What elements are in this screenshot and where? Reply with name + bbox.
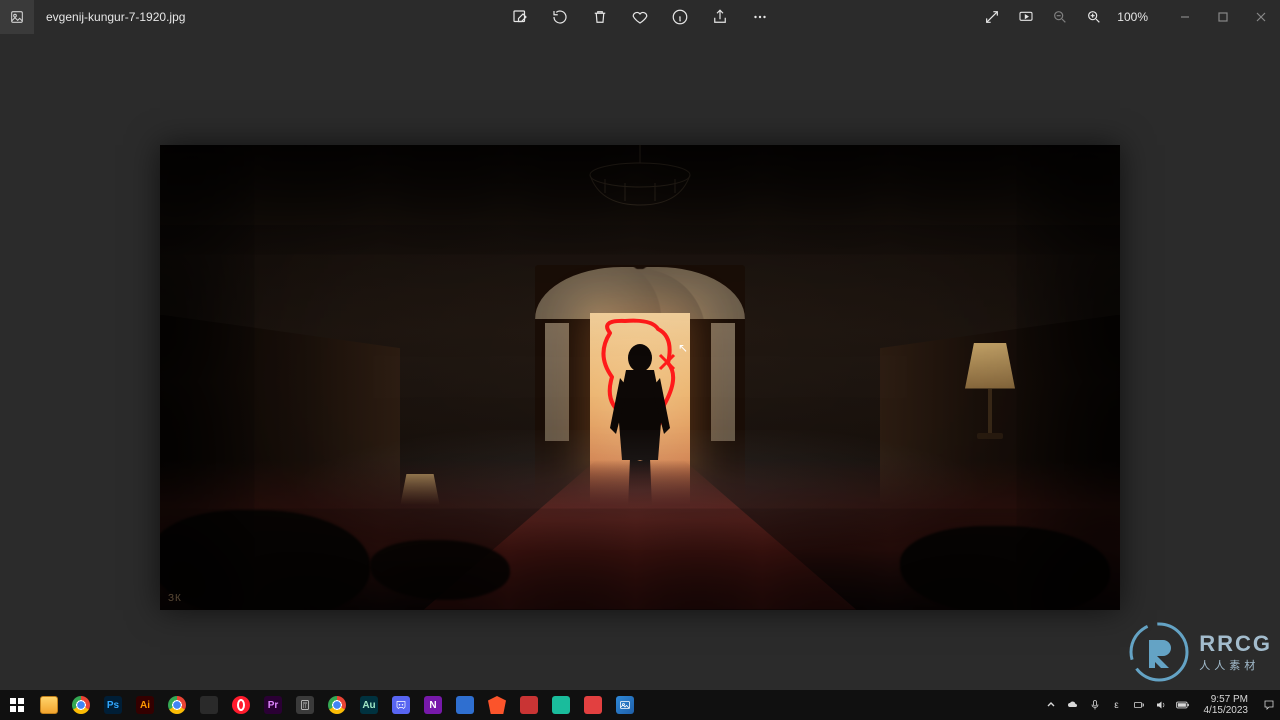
taskbar-item-chrome-2[interactable] (164, 693, 190, 717)
taskbar-item-app-red-1[interactable] (516, 693, 542, 717)
time-label: 9:57 PM (1204, 694, 1249, 705)
zoom-in-icon[interactable] (1083, 6, 1105, 28)
taskbar-item-brave[interactable] (484, 693, 510, 717)
zoom-out-icon[interactable] (1049, 6, 1071, 28)
share-icon[interactable] (709, 6, 731, 28)
fullscreen-icon[interactable] (981, 6, 1003, 28)
displayed-image: ЗК ↖ (160, 145, 1120, 610)
system-tray: ε 9:57 PM 4/15/2023 (1044, 694, 1277, 716)
clock[interactable]: 9:57 PM 4/15/2023 (1204, 694, 1249, 716)
window-controls (1166, 3, 1280, 31)
tray-mic-icon[interactable] (1088, 698, 1102, 712)
taskbar-item-illustrator[interactable]: Ai (132, 693, 158, 717)
taskbar-item-app-teal-1[interactable] (548, 693, 574, 717)
foreground-shapes (160, 500, 1120, 610)
tray-lang-icon[interactable]: ε (1110, 698, 1124, 712)
taskbar-item-chrome-1[interactable] (68, 693, 94, 717)
more-icon[interactable] (749, 6, 771, 28)
taskbar-item-photoshop[interactable]: Ps (100, 693, 126, 717)
date-label: 4/15/2023 (1204, 705, 1249, 716)
canvas-area[interactable]: ЗК ↖ (0, 34, 1280, 720)
titlebar: evgenij-kungur-7-1920.jpg (0, 0, 1280, 34)
rotate-icon[interactable] (549, 6, 571, 28)
taskbar-item-file-explorer[interactable] (36, 693, 62, 717)
center-toolbar (509, 0, 771, 34)
tray-battery-icon[interactable] (1176, 698, 1190, 712)
photo-viewer-window: evgenij-kungur-7-1920.jpg (0, 0, 1280, 720)
tray-onedrive-icon[interactable] (1066, 698, 1080, 712)
taskbar-item-calculator[interactable] (292, 693, 318, 717)
maximize-button[interactable] (1204, 3, 1242, 31)
taskbar-item-chrome-3[interactable] (324, 693, 350, 717)
slideshow-icon[interactable] (1015, 6, 1037, 28)
tray-notifications-icon[interactable] (1262, 698, 1276, 712)
right-toolbar: 100% (981, 0, 1280, 34)
edit-icon[interactable] (509, 6, 531, 28)
info-icon[interactable] (669, 6, 691, 28)
taskbar-item-app-red-2[interactable] (580, 693, 606, 717)
chandelier-decoration (560, 145, 720, 225)
favorite-icon[interactable] (629, 6, 651, 28)
taskbar-item-discord[interactable] (388, 693, 414, 717)
zoom-level-label: 100% (1117, 10, 1148, 24)
taskbar-item-photos[interactable] (612, 693, 638, 717)
taskbar-item-app-blue-1[interactable] (452, 693, 478, 717)
artwork-signature: ЗК (168, 593, 182, 604)
taskbar-item-audition[interactable]: Au (356, 693, 382, 717)
tray-network-icon[interactable] (1132, 698, 1146, 712)
taskbar-item-premiere[interactable]: Pr (260, 693, 286, 717)
taskbar-item-onenote[interactable]: N (420, 693, 446, 717)
close-button[interactable] (1242, 3, 1280, 31)
filename-label: evgenij-kungur-7-1920.jpg (46, 10, 185, 24)
delete-icon[interactable] (589, 6, 611, 28)
taskbar: PsAi Pr Au N ε 9:57 PM 4/15/2023 (0, 690, 1280, 720)
taskbar-item-opera[interactable] (228, 693, 254, 717)
tray-volume-icon[interactable] (1154, 698, 1168, 712)
taskbar-item-app-dark-1[interactable] (196, 693, 222, 717)
tray-chevron-icon[interactable] (1044, 698, 1058, 712)
start-button[interactable] (4, 693, 30, 717)
app-icon[interactable] (0, 0, 34, 34)
minimize-button[interactable] (1166, 3, 1204, 31)
